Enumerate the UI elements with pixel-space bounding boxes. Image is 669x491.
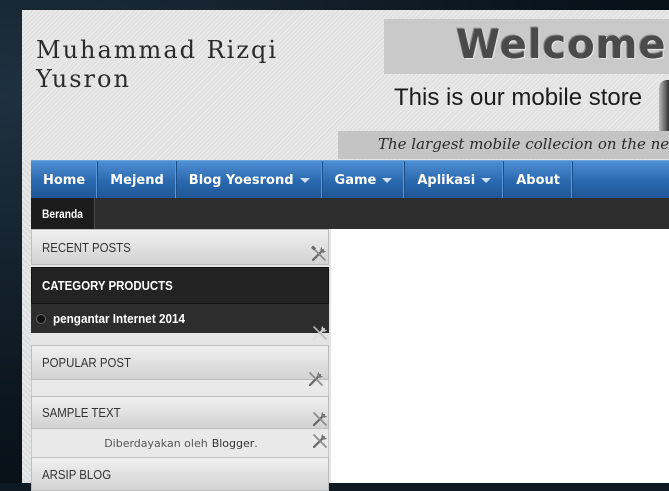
site-title[interactable]: Muhammad Rizqi Yusron	[36, 36, 336, 94]
bullet-icon	[36, 313, 46, 324]
widget-popular-post-body	[31, 380, 329, 396]
page-wrapper: Muhammad Rizqi Yusron Welcome This is ou…	[22, 10, 669, 491]
nav-about[interactable]: About	[504, 161, 574, 199]
sub-nav: Beranda	[31, 198, 669, 229]
site-header: Muhammad Rizqi Yusron Welcome This is ou…	[22, 10, 669, 160]
tools-icon[interactable]	[307, 370, 325, 388]
nav-game[interactable]: Game	[323, 161, 406, 199]
widget-recent-posts-header: RECENT POSTS	[31, 229, 329, 265]
nav-blog-yoesrond[interactable]: Blog Yoesrond	[177, 161, 323, 199]
nav-aplikasi-label: Aplikasi	[417, 172, 476, 188]
welcome-banner: Welcome	[384, 19, 669, 74]
nav-mejend-label: Mejend	[110, 172, 164, 188]
nav-home[interactable]: Home	[31, 161, 99, 199]
sidebar: RECENT POSTS CATEGORY PRODUCTS pengantar…	[31, 229, 331, 491]
nav-home-label: Home	[43, 172, 86, 188]
widget-title: RECENT POSTS	[42, 239, 131, 255]
tools-icon[interactable]	[311, 324, 329, 342]
nav-blog-yoesrond-label: Blog Yoesrond	[188, 172, 294, 188]
widget-archive-header: ARSIP BLOG	[31, 457, 329, 491]
dropdown-arrow-icon	[299, 177, 310, 183]
widget-popular-post-header: POPULAR POST	[31, 345, 329, 380]
main-content	[331, 229, 669, 483]
widget-sample-text-header: SAMPLE TEXT	[31, 396, 329, 429]
category-link[interactable]: pengantar Internet 2014	[53, 311, 185, 326]
powered-by-prefix: Diberdayakan oleh	[104, 436, 208, 450]
dropdown-arrow-icon	[481, 177, 492, 183]
powered-by-suffix: .	[254, 436, 258, 450]
nav-aplikasi[interactable]: Aplikasi	[405, 161, 505, 199]
tagline-banner: The largest mobile collecion on the net	[338, 131, 669, 159]
nav-mejend[interactable]: Mejend	[98, 161, 177, 199]
nav-about-label: About	[516, 172, 561, 188]
category-list-item: pengantar Internet 2014	[31, 304, 329, 333]
widget-title: POPULAR POST	[42, 355, 132, 370]
main-nav: Home Mejend Blog Yoesrond Game Aplikasi …	[31, 160, 669, 200]
tagline-text: The largest mobile collecion on the net	[378, 135, 669, 153]
dropdown-arrow-icon	[382, 177, 393, 183]
widget-category-products-header: CATEGORY PRODUCTS	[31, 267, 329, 304]
welcome-text: Welcome	[456, 22, 667, 68]
store-subtitle: This is our mobile store	[394, 84, 643, 111]
tools-icon[interactable]	[311, 432, 329, 450]
blogger-link[interactable]: Blogger	[212, 437, 255, 450]
tools-icon[interactable]	[310, 245, 328, 263]
powered-by: Diberdayakan oleh Blogger .	[32, 429, 330, 457]
nav-game-label: Game	[334, 172, 377, 188]
widget-title: CATEGORY PRODUCTS	[42, 278, 173, 293]
widget-attribution-body: Diberdayakan oleh Blogger .	[31, 429, 329, 457]
tools-icon[interactable]	[311, 410, 329, 428]
widget-title: ARSIP BLOG	[42, 466, 112, 482]
widget-title: SAMPLE TEXT	[42, 405, 121, 420]
subnav-beranda[interactable]: Beranda	[31, 198, 95, 229]
